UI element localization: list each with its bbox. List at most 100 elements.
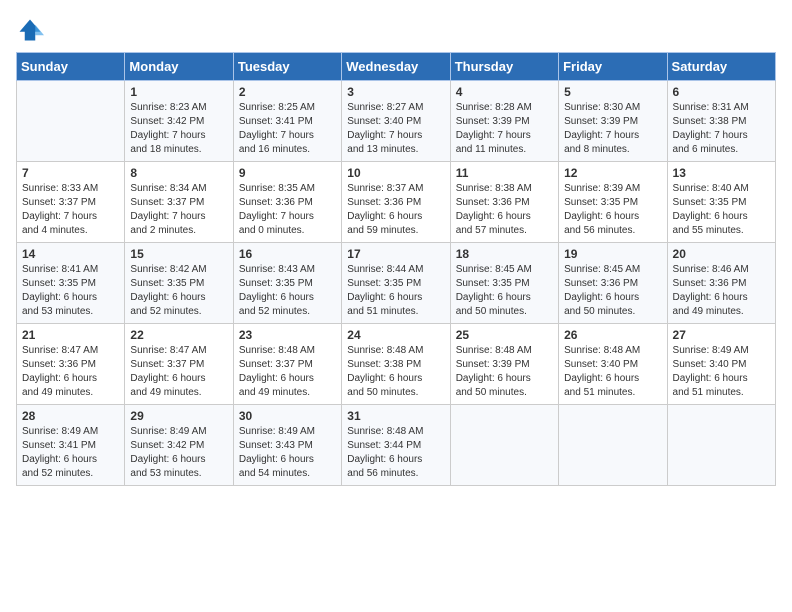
header-day-monday: Monday: [125, 53, 233, 81]
calendar-cell: [17, 81, 125, 162]
calendar-cell: 22 Sunrise: 8:47 AMSunset: 3:37 PMDayligh…: [125, 324, 233, 405]
day-number: 28: [22, 409, 119, 423]
cell-content: Sunrise: 8:45 AMSunset: 3:36 PMDaylight:…: [564, 263, 661, 319]
cell-content: Sunrise: 8:38 AMSunset: 3:36 PMDaylight:…: [456, 182, 553, 238]
day-number: 11: [456, 166, 553, 180]
calendar-cell: 26 Sunrise: 8:48 AMSunset: 3:40 PMDayligh…: [559, 324, 667, 405]
week-row-2: 14Sunrise: 8:41 AMSunset: 3:35 PMDayligh…: [17, 243, 776, 324]
cell-content: Sunrise: 8:47 AMSunset: 3:37 PMDaylight:…: [130, 344, 227, 400]
day-number: 4: [456, 85, 553, 99]
cell-content: Sunrise: 8:30 AMSunset: 3:39 PMDaylight:…: [564, 101, 661, 157]
day-number: 30: [239, 409, 336, 423]
day-number: 19: [564, 247, 661, 261]
cell-content: Sunrise: 8:37 AMSunset: 3:36 PMDaylight:…: [347, 182, 444, 238]
calendar-cell: 29 Sunrise: 8:49 AMSunset: 3:42 PMDayligh…: [125, 405, 233, 486]
cell-content: Sunrise: 8:40 AMSunset: 3:35 PMDaylight:…: [673, 182, 770, 238]
calendar-cell: 10 Sunrise: 8:37 AMSunset: 3:36 PMDayligh…: [342, 162, 450, 243]
logo-icon: [16, 16, 44, 44]
day-number: 17: [347, 247, 444, 261]
calendar-cell: 9 Sunrise: 8:35 AMSunset: 3:36 PMDaylight…: [233, 162, 341, 243]
calendar-cell: 2 Sunrise: 8:25 AMSunset: 3:41 PMDaylight…: [233, 81, 341, 162]
cell-content: Sunrise: 8:49 AMSunset: 3:42 PMDaylight:…: [130, 425, 227, 481]
day-number: 23: [239, 328, 336, 342]
calendar-cell: 17 Sunrise: 8:44 AMSunset: 3:35 PMDayligh…: [342, 243, 450, 324]
day-number: 24: [347, 328, 444, 342]
calendar-cell: 28Sunrise: 8:49 AMSunset: 3:41 PMDayligh…: [17, 405, 125, 486]
calendar-cell: 5 Sunrise: 8:30 AMSunset: 3:39 PMDaylight…: [559, 81, 667, 162]
day-number: 21: [22, 328, 119, 342]
day-number: 14: [22, 247, 119, 261]
cell-content: Sunrise: 8:45 AMSunset: 3:35 PMDaylight:…: [456, 263, 553, 319]
day-number: 31: [347, 409, 444, 423]
week-row-3: 21Sunrise: 8:47 AMSunset: 3:36 PMDayligh…: [17, 324, 776, 405]
cell-content: Sunrise: 8:35 AMSunset: 3:36 PMDaylight:…: [239, 182, 336, 238]
calendar-cell: 6Sunrise: 8:31 AMSunset: 3:38 PMDaylight…: [667, 81, 775, 162]
calendar-cell: 14Sunrise: 8:41 AMSunset: 3:35 PMDayligh…: [17, 243, 125, 324]
cell-content: Sunrise: 8:34 AMSunset: 3:37 PMDaylight:…: [130, 182, 227, 238]
cell-content: Sunrise: 8:48 AMSunset: 3:44 PMDaylight:…: [347, 425, 444, 481]
calendar-cell: 21Sunrise: 8:47 AMSunset: 3:36 PMDayligh…: [17, 324, 125, 405]
cell-content: Sunrise: 8:23 AMSunset: 3:42 PMDaylight:…: [130, 101, 227, 157]
calendar-cell: [450, 405, 558, 486]
day-number: 8: [130, 166, 227, 180]
day-number: 29: [130, 409, 227, 423]
calendar-cell: 1Sunrise: 8:23 AMSunset: 3:42 PMDaylight…: [125, 81, 233, 162]
calendar-cell: [667, 405, 775, 486]
week-row-1: 7 Sunrise: 8:33 AMSunset: 3:37 PMDaylight…: [17, 162, 776, 243]
calendar-cell: 19 Sunrise: 8:45 AMSunset: 3:36 PMDayligh…: [559, 243, 667, 324]
header-day-thursday: Thursday: [450, 53, 558, 81]
cell-content: Sunrise: 8:43 AMSunset: 3:35 PMDaylight:…: [239, 263, 336, 319]
day-number: 25: [456, 328, 553, 342]
cell-content: Sunrise: 8:48 AMSunset: 3:38 PMDaylight:…: [347, 344, 444, 400]
cell-content: Sunrise: 8:28 AMSunset: 3:39 PMDaylight:…: [456, 101, 553, 157]
day-number: 2: [239, 85, 336, 99]
day-number: 3: [347, 85, 444, 99]
day-number: 27: [673, 328, 770, 342]
header-day-sunday: Sunday: [17, 53, 125, 81]
cell-content: Sunrise: 8:48 AMSunset: 3:40 PMDaylight:…: [564, 344, 661, 400]
calendar-cell: 24 Sunrise: 8:48 AMSunset: 3:38 PMDayligh…: [342, 324, 450, 405]
week-row-4: 28Sunrise: 8:49 AMSunset: 3:41 PMDayligh…: [17, 405, 776, 486]
cell-content: Sunrise: 8:31 AMSunset: 3:38 PMDaylight:…: [673, 101, 770, 157]
cell-content: Sunrise: 8:48 AMSunset: 3:39 PMDaylight:…: [456, 344, 553, 400]
header-row: SundayMondayTuesdayWednesdayThursdayFrid…: [17, 53, 776, 81]
calendar-cell: 16Sunrise: 8:43 AMSunset: 3:35 PMDayligh…: [233, 243, 341, 324]
calendar-cell: 27 Sunrise: 8:49 AMSunset: 3:40 PMDayligh…: [667, 324, 775, 405]
calendar-cell: 25 Sunrise: 8:48 AMSunset: 3:39 PMDayligh…: [450, 324, 558, 405]
cell-content: Sunrise: 8:33 AMSunset: 3:37 PMDaylight:…: [22, 182, 119, 238]
cell-content: Sunrise: 8:25 AMSunset: 3:41 PMDaylight:…: [239, 101, 336, 157]
header-day-friday: Friday: [559, 53, 667, 81]
day-number: 18: [456, 247, 553, 261]
cell-content: Sunrise: 8:46 AMSunset: 3:36 PMDaylight:…: [673, 263, 770, 319]
calendar-cell: 13 Sunrise: 8:40 AMSunset: 3:35 PMDayligh…: [667, 162, 775, 243]
calendar-cell: [559, 405, 667, 486]
calendar-body: 1Sunrise: 8:23 AMSunset: 3:42 PMDaylight…: [17, 81, 776, 486]
day-number: 7: [22, 166, 119, 180]
day-number: 22: [130, 328, 227, 342]
day-number: 12: [564, 166, 661, 180]
day-number: 15: [130, 247, 227, 261]
cell-content: Sunrise: 8:44 AMSunset: 3:35 PMDaylight:…: [347, 263, 444, 319]
calendar-cell: 15 Sunrise: 8:42 AMSunset: 3:35 PMDayligh…: [125, 243, 233, 324]
calendar-cell: 31 Sunrise: 8:48 AMSunset: 3:44 PMDayligh…: [342, 405, 450, 486]
header-day-wednesday: Wednesday: [342, 53, 450, 81]
header-day-tuesday: Tuesday: [233, 53, 341, 81]
cell-content: Sunrise: 8:49 AMSunset: 3:40 PMDaylight:…: [673, 344, 770, 400]
calendar-cell: 18 Sunrise: 8:45 AMSunset: 3:35 PMDayligh…: [450, 243, 558, 324]
page-header: [16, 16, 776, 44]
calendar-cell: 7 Sunrise: 8:33 AMSunset: 3:37 PMDaylight…: [17, 162, 125, 243]
calendar-cell: 4 Sunrise: 8:28 AMSunset: 3:39 PMDaylight…: [450, 81, 558, 162]
day-number: 20: [673, 247, 770, 261]
calendar-cell: 11 Sunrise: 8:38 AMSunset: 3:36 PMDayligh…: [450, 162, 558, 243]
calendar-cell: 30 Sunrise: 8:49 AMSunset: 3:43 PMDayligh…: [233, 405, 341, 486]
day-number: 5: [564, 85, 661, 99]
day-number: 10: [347, 166, 444, 180]
day-number: 9: [239, 166, 336, 180]
calendar-cell: 12Sunrise: 8:39 AMSunset: 3:35 PMDayligh…: [559, 162, 667, 243]
cell-content: Sunrise: 8:49 AMSunset: 3:43 PMDaylight:…: [239, 425, 336, 481]
cell-content: Sunrise: 8:42 AMSunset: 3:35 PMDaylight:…: [130, 263, 227, 319]
day-number: 26: [564, 328, 661, 342]
calendar-header: SundayMondayTuesdayWednesdayThursdayFrid…: [17, 53, 776, 81]
day-number: 13: [673, 166, 770, 180]
calendar-cell: 23Sunrise: 8:48 AMSunset: 3:37 PMDayligh…: [233, 324, 341, 405]
